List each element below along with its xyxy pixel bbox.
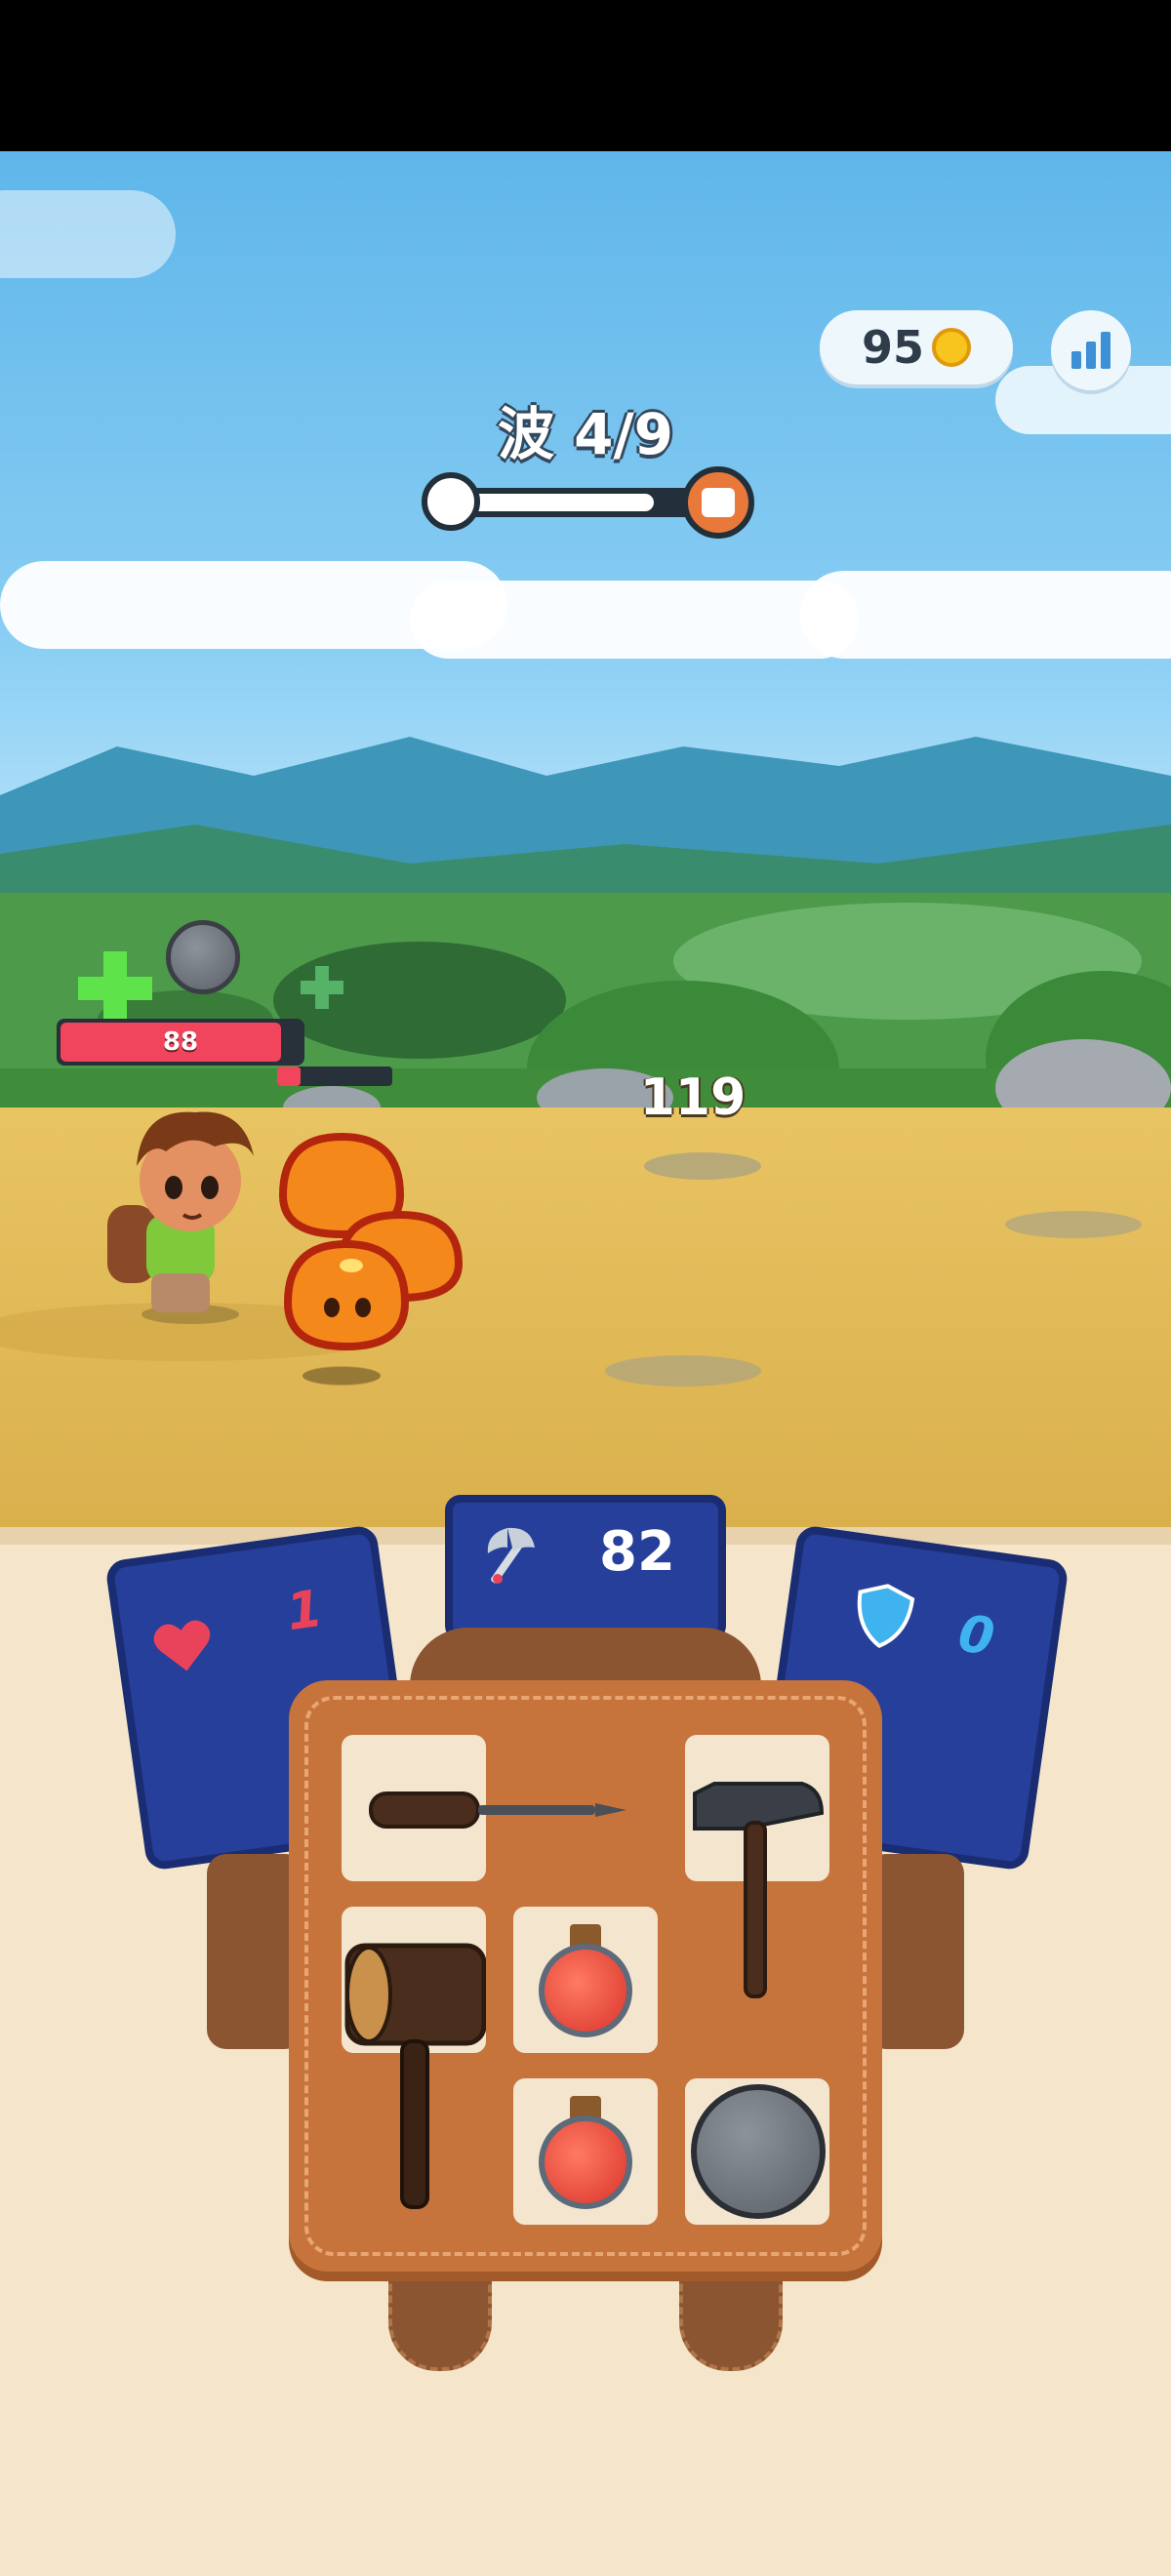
- shield-icon: [857, 1584, 915, 1649]
- player-health-bar: 88: [57, 1019, 304, 1066]
- inventory-slot-1[interactable]: [342, 1735, 626, 1881]
- hero-character: [107, 1111, 254, 1324]
- inventory-slot-9[interactable]: [685, 2078, 829, 2225]
- fire-slime-enemy: [278, 1132, 464, 1385]
- stone-ball-icon: [691, 2084, 826, 2219]
- wave-start-marker: [422, 472, 480, 531]
- backpack-leg-right: [679, 2254, 783, 2371]
- damage-number: 119: [639, 1068, 747, 1127]
- wave-label: 波 4/9: [497, 401, 674, 467]
- hammer-icon: [693, 1782, 825, 1998]
- cloud: [0, 190, 176, 278]
- backpack-leg-left: [388, 2254, 492, 2371]
- attack-value: 82: [599, 1520, 675, 1584]
- wooden-mallet-icon: [344, 1943, 486, 2209]
- heart-icon: [153, 1620, 211, 1671]
- stats-button[interactable]: [1051, 310, 1131, 390]
- inventory-slot-8[interactable]: [513, 2078, 658, 2225]
- heal-cross-icon: [78, 951, 152, 1026]
- boss-wave-icon: [682, 466, 754, 539]
- coin-count: 95: [861, 321, 924, 374]
- shield-card-value: 0: [954, 1604, 998, 1668]
- heal-cross-icon: [301, 966, 343, 1009]
- stone-projectile: [166, 920, 240, 994]
- bar-chart-icon: [1071, 351, 1081, 369]
- screwdriver-icon: [369, 1791, 626, 1829]
- attack-stat-tab: 82: [445, 1495, 726, 1641]
- inventory-grid: [289, 1680, 882, 2272]
- enemy-health-fill: [277, 1067, 301, 1086]
- inventory-slot-5[interactable]: [513, 1907, 658, 2053]
- player-health-value: 88: [162, 1027, 199, 1057]
- coin-counter: 95: [820, 310, 1013, 384]
- health-card-value: 1: [283, 1579, 327, 1643]
- axe-icon: [487, 1527, 535, 1584]
- inventory-slot-3[interactable]: [685, 1735, 829, 1998]
- status-bar: [0, 0, 1171, 151]
- inventory-slot-4[interactable]: [342, 1907, 486, 2209]
- coin-icon: [932, 328, 971, 367]
- enemy-health-bar: [277, 1067, 392, 1086]
